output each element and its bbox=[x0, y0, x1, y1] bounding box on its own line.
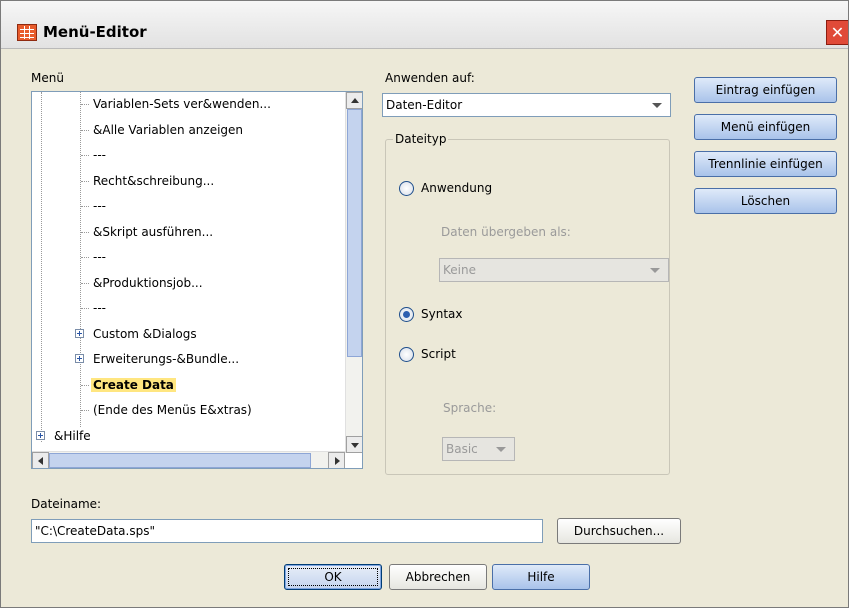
chevron-down-icon bbox=[496, 447, 506, 452]
browse-button[interactable]: Durchsuchen... bbox=[557, 518, 681, 544]
help-button[interactable]: Hilfe bbox=[492, 564, 590, 590]
tree-item-label: Custom &Dialogs bbox=[93, 326, 197, 341]
pass-data-value: Keine bbox=[443, 263, 476, 277]
tree-item[interactable]: --- bbox=[91, 145, 108, 165]
language-value: Basic bbox=[446, 442, 478, 456]
arrow-right-icon bbox=[335, 457, 340, 465]
tree-item[interactable]: &Produktionsjob... bbox=[91, 273, 205, 293]
tree-item[interactable]: (Ende des Menüs E&xtras) bbox=[91, 400, 254, 420]
language-select: Basic bbox=[442, 437, 515, 461]
tree-item[interactable]: &Hilfe bbox=[52, 426, 93, 446]
ok-button[interactable]: OK bbox=[284, 564, 382, 590]
scroll-down-button[interactable] bbox=[346, 436, 362, 453]
filename-label: Dateiname: bbox=[31, 497, 102, 511]
tree-item[interactable]: --- bbox=[91, 196, 108, 216]
apply-to-select[interactable]: Daten-Editor bbox=[382, 93, 671, 117]
insert-item-button[interactable]: Eintrag einfügen bbox=[694, 77, 837, 103]
tree-item-label: &Hilfe bbox=[54, 428, 91, 443]
tree-branch-line bbox=[81, 384, 89, 386]
close-icon[interactable]: ✕ bbox=[826, 20, 848, 45]
plus-expander-icon[interactable] bbox=[75, 328, 84, 338]
delete-button[interactable]: Löschen bbox=[694, 188, 837, 214]
tree-item-label: --- bbox=[93, 199, 106, 213]
scroll-up-button[interactable] bbox=[346, 92, 362, 109]
cancel-button[interactable]: Abbrechen bbox=[389, 564, 487, 590]
apply-to-label: Anwenden auf: bbox=[385, 71, 475, 85]
plus-expander-icon[interactable] bbox=[36, 430, 45, 440]
tree-branch-line bbox=[81, 410, 89, 411]
tree-item[interactable]: &Alle Variablen anzeigen bbox=[91, 120, 245, 140]
pass-data-select: Keine bbox=[439, 258, 669, 282]
arrow-up-icon bbox=[351, 98, 359, 103]
tree-item-label: &Alle Variablen anzeigen bbox=[93, 122, 244, 137]
pass-data-label: Daten übergeben als: bbox=[441, 225, 571, 239]
menu-tree[interactable]: Variablen-Sets ver&wenden... &Alle Variab… bbox=[31, 91, 363, 469]
tree-branch-line bbox=[81, 104, 89, 105]
window-title: Menü-Editor bbox=[43, 23, 147, 41]
scroll-left-button[interactable] bbox=[32, 452, 49, 468]
tree-branch-line bbox=[81, 180, 89, 182]
tree-item-label: (Ende des Menüs E&xtras) bbox=[93, 403, 252, 417]
file-type-legend: Dateityp bbox=[393, 132, 449, 146]
horizontal-scroll-thumb[interactable] bbox=[49, 453, 311, 468]
tree-item-label: Variablen-Sets ver&wenden... bbox=[93, 97, 271, 111]
tree-item[interactable]: Recht&schreibung... bbox=[91, 171, 216, 191]
tree-item-label: &Produktionsjob... bbox=[93, 275, 203, 290]
tree-item-label: --- bbox=[93, 250, 106, 264]
tree-item[interactable]: &Skript ausführen... bbox=[91, 222, 215, 242]
horizontal-scrollbar[interactable] bbox=[32, 451, 345, 468]
title-bar[interactable]: Menü-Editor ✕ bbox=[1, 1, 848, 49]
script-radio[interactable] bbox=[399, 347, 414, 362]
tree-branch-line bbox=[81, 257, 89, 258]
tree-branch-line bbox=[81, 155, 89, 156]
script-radio-label[interactable]: Script bbox=[421, 347, 456, 361]
tree-item[interactable]: Create Data bbox=[91, 375, 176, 395]
syntax-radio[interactable] bbox=[399, 307, 414, 322]
tree-item[interactable]: --- bbox=[91, 247, 108, 267]
filename-input[interactable]: "C:\CreateData.sps" bbox=[31, 519, 543, 543]
tree-item[interactable]: Custom &Dialogs bbox=[91, 324, 199, 344]
menu-editor-dialog: Menü-Editor ✕ Menü Variablen-Sets ver&we… bbox=[0, 0, 849, 608]
vertical-scroll-thumb[interactable] bbox=[347, 109, 362, 357]
vertical-scrollbar[interactable] bbox=[345, 92, 362, 453]
menu-label: Menü bbox=[31, 71, 64, 85]
chevron-down-icon bbox=[650, 268, 660, 273]
tree-item[interactable]: Variablen-Sets ver&wenden... bbox=[91, 94, 273, 114]
tree-item-label: --- bbox=[93, 301, 106, 315]
arrow-down-icon bbox=[351, 443, 359, 448]
application-radio-label[interactable]: Anwendung bbox=[421, 181, 492, 195]
scroll-right-button[interactable] bbox=[328, 452, 345, 468]
tree-branch-line bbox=[81, 282, 89, 284]
tree-branch-line bbox=[81, 206, 89, 207]
focus-rect bbox=[288, 568, 378, 586]
tree-guide-line bbox=[41, 92, 42, 442]
apply-to-value: Daten-Editor bbox=[386, 98, 463, 112]
syntax-radio-label[interactable]: Syntax bbox=[421, 307, 462, 321]
tree-item-label: &Skript ausführen... bbox=[93, 224, 214, 239]
application-radio[interactable] bbox=[399, 181, 414, 196]
tree-branch-line bbox=[81, 129, 89, 131]
menu-editor-app-icon bbox=[17, 24, 37, 41]
insert-separator-button[interactable]: Trennlinie einfügen bbox=[694, 151, 837, 177]
chevron-down-icon bbox=[652, 103, 662, 108]
tree-item-label: Create Data bbox=[91, 377, 176, 392]
tree-item-label: --- bbox=[93, 148, 106, 162]
tree-item[interactable]: --- bbox=[91, 298, 108, 318]
insert-menu-button[interactable]: Menü einfügen bbox=[694, 114, 837, 140]
tree-item-label: Erweiterungs-&Bundle... bbox=[93, 352, 240, 366]
plus-expander-icon[interactable] bbox=[75, 354, 84, 363]
tree-branch-line bbox=[81, 231, 89, 233]
arrow-left-icon bbox=[38, 457, 43, 465]
language-label: Sprache: bbox=[443, 401, 497, 415]
tree-guide-line bbox=[80, 92, 81, 427]
tree-item[interactable]: Erweiterungs-&Bundle... bbox=[91, 349, 241, 369]
tree-item-label: Recht&schreibung... bbox=[93, 173, 215, 188]
tree-branch-line bbox=[81, 308, 89, 309]
